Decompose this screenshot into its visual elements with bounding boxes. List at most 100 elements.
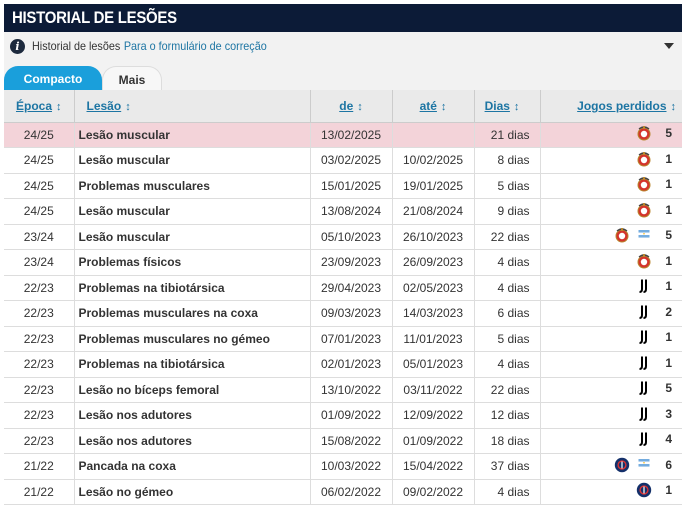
games-missed-count: 3 — [665, 406, 672, 421]
days-cell: 22 dias — [474, 224, 541, 250]
injury-cell: Lesão nos adutores — [74, 402, 311, 429]
injury-history-panel: HISTORIAL DE LESÕES i Historial de lesõe… — [0, 0, 684, 510]
tab-more[interactable]: Mais — [102, 66, 162, 92]
table-row: 22/23 Problemas musculares na coxa 09/03/2… — [4, 300, 682, 327]
juventus-crest-icon[interactable] — [636, 380, 652, 396]
until-date-cell: 02/05/2023 — [392, 275, 475, 301]
season-cell: 24/25 — [4, 173, 75, 199]
games-missed-count: 1 — [665, 483, 672, 498]
from-date-cell: 15/08/2022 — [310, 428, 393, 454]
injury-table: Época ↕ Lesão ↕ de ↕ até ↕ Dias ↕ Jogos perdi… — [4, 90, 682, 505]
from-date-cell: 07/01/2023 — [310, 326, 393, 352]
from-date-cell: 13/02/2025 — [310, 122, 393, 148]
days-cell: 12 dias — [474, 402, 541, 429]
table-row: 23/24 Problemas físicos 23/09/2023 26/09/20… — [4, 249, 682, 276]
juventus-crest-icon[interactable] — [636, 406, 652, 422]
until-date-cell: 05/01/2023 — [392, 351, 475, 378]
games-missed-cell: 1 — [540, 173, 682, 199]
season-cell: 22/23 — [4, 275, 75, 301]
sort-icon: ↕ — [357, 100, 363, 113]
injury-cell: Lesão muscular — [74, 147, 311, 174]
from-date-cell: 06/02/2022 — [310, 479, 393, 505]
games-missed-count: 1 — [665, 355, 672, 370]
from-date-cell: 03/02/2025 — [310, 147, 393, 174]
games-missed-cell: 3 — [540, 402, 682, 429]
benfica-crest-icon[interactable] — [636, 125, 652, 141]
games-missed-cell: 1 — [540, 351, 682, 378]
days-cell: 22 dias — [474, 377, 541, 403]
games-missed-count: 1 — [665, 177, 672, 192]
season-cell: 22/23 — [4, 351, 75, 378]
chevron-down-icon[interactable] — [664, 43, 674, 49]
games-missed-cell: 1 — [540, 198, 682, 225]
juventus-crest-icon[interactable] — [636, 355, 652, 371]
days-cell: 37 dias — [474, 453, 541, 480]
injury-cell: Problemas na tibiotársica — [74, 275, 311, 301]
sort-icon: ↕ — [440, 100, 447, 113]
info-icon: i — [10, 38, 25, 54]
benfica-crest-icon[interactable] — [636, 151, 652, 167]
benfica-crest-icon[interactable] — [614, 227, 630, 243]
until-date-cell: 12/09/2022 — [392, 402, 475, 429]
games-missed-count: 5 — [665, 381, 672, 396]
table-row: 22/23 Problemas musculares no gémeo 07/01/… — [4, 326, 682, 352]
until-date-cell: 26/10/2023 — [392, 224, 475, 250]
until-date-cell: 26/09/2023 — [392, 249, 475, 276]
days-cell: 18 dias — [474, 428, 541, 454]
until-date-cell: 19/01/2025 — [392, 173, 475, 199]
from-date-cell: 09/03/2023 — [310, 300, 393, 327]
injury-cell: Lesão no bíceps femoral — [74, 377, 311, 403]
psg-crest-icon[interactable] — [636, 482, 652, 498]
games-missed-cell: 1 — [540, 249, 682, 276]
from-date-cell: 13/08/2024 — [310, 198, 393, 225]
games-missed-count: 6 — [665, 457, 672, 472]
from-date-cell: 29/04/2023 — [310, 275, 393, 301]
correction-form-link[interactable]: Para o formulário de correção — [124, 39, 267, 53]
games-missed-count: 5 — [665, 126, 672, 141]
season-cell: 22/23 — [4, 377, 75, 403]
info-text: Historial de lesões Para o formulário de … — [32, 39, 267, 53]
days-cell: 4 dias — [474, 249, 541, 276]
games-missed-cell: 5 — [540, 377, 682, 403]
info-bar[interactable]: i Historial de lesões Para o formulário d… — [4, 32, 682, 60]
column-header-season[interactable]: Época ↕ — [4, 90, 75, 123]
panel-header: HISTORIAL DE LESÕES — [4, 4, 682, 32]
column-header-from[interactable]: de ↕ — [310, 90, 393, 123]
sort-icon: ↕ — [670, 100, 677, 113]
games-missed-count: 1 — [665, 253, 672, 268]
injury-cell: Lesão muscular — [74, 198, 311, 225]
season-cell: 21/22 — [4, 453, 75, 480]
table-row: 22/23 Problemas na tibiotársica 29/04/2023… — [4, 275, 682, 301]
until-date-cell — [392, 122, 475, 148]
until-date-cell: 14/03/2023 — [392, 300, 475, 327]
psg-crest-icon[interactable] — [614, 457, 630, 473]
juventus-crest-icon[interactable] — [636, 278, 652, 294]
column-header-injury[interactable]: Lesão ↕ — [74, 90, 311, 123]
column-header-games-missed[interactable]: Jogos perdidos ↕ — [540, 90, 682, 123]
from-date-cell: 23/09/2023 — [310, 249, 393, 276]
days-cell: 5 dias — [474, 173, 541, 199]
column-header-until[interactable]: até ↕ — [392, 90, 475, 123]
table-row: 22/23 Lesão nos adutores 01/09/2022 12/09/2… — [4, 402, 682, 429]
from-date-cell: 13/10/2022 — [310, 377, 393, 403]
tab-compact[interactable]: Compacto — [4, 66, 102, 92]
benfica-crest-icon[interactable] — [636, 176, 652, 192]
until-date-cell: 01/09/2022 — [392, 428, 475, 454]
days-cell: 21 dias — [474, 122, 541, 148]
until-date-cell: 11/01/2023 — [392, 326, 475, 352]
table-row: 24/25 Lesão muscular 13/08/2024 21/08/2024 9… — [4, 198, 682, 225]
season-cell: 22/23 — [4, 300, 75, 327]
column-header-days[interactable]: Dias ↕ — [474, 90, 541, 123]
season-cell: 24/25 — [4, 147, 75, 174]
juventus-crest-icon[interactable] — [636, 431, 652, 447]
injury-cell: Pancada na coxa — [74, 453, 311, 480]
from-date-cell: 05/10/2023 — [310, 224, 393, 250]
benfica-crest-icon[interactable] — [636, 202, 652, 218]
juventus-crest-icon[interactable] — [636, 329, 652, 345]
juventus-crest-icon[interactable] — [636, 304, 652, 320]
benfica-crest-icon[interactable] — [636, 253, 652, 269]
injury-cell: Lesão muscular — [74, 122, 311, 148]
injury-cell: Lesão nos adutores — [74, 428, 311, 454]
table-row: 22/23 Lesão nos adutores 15/08/2022 01/09/2… — [4, 428, 682, 454]
until-date-cell: 10/02/2025 — [392, 147, 475, 174]
